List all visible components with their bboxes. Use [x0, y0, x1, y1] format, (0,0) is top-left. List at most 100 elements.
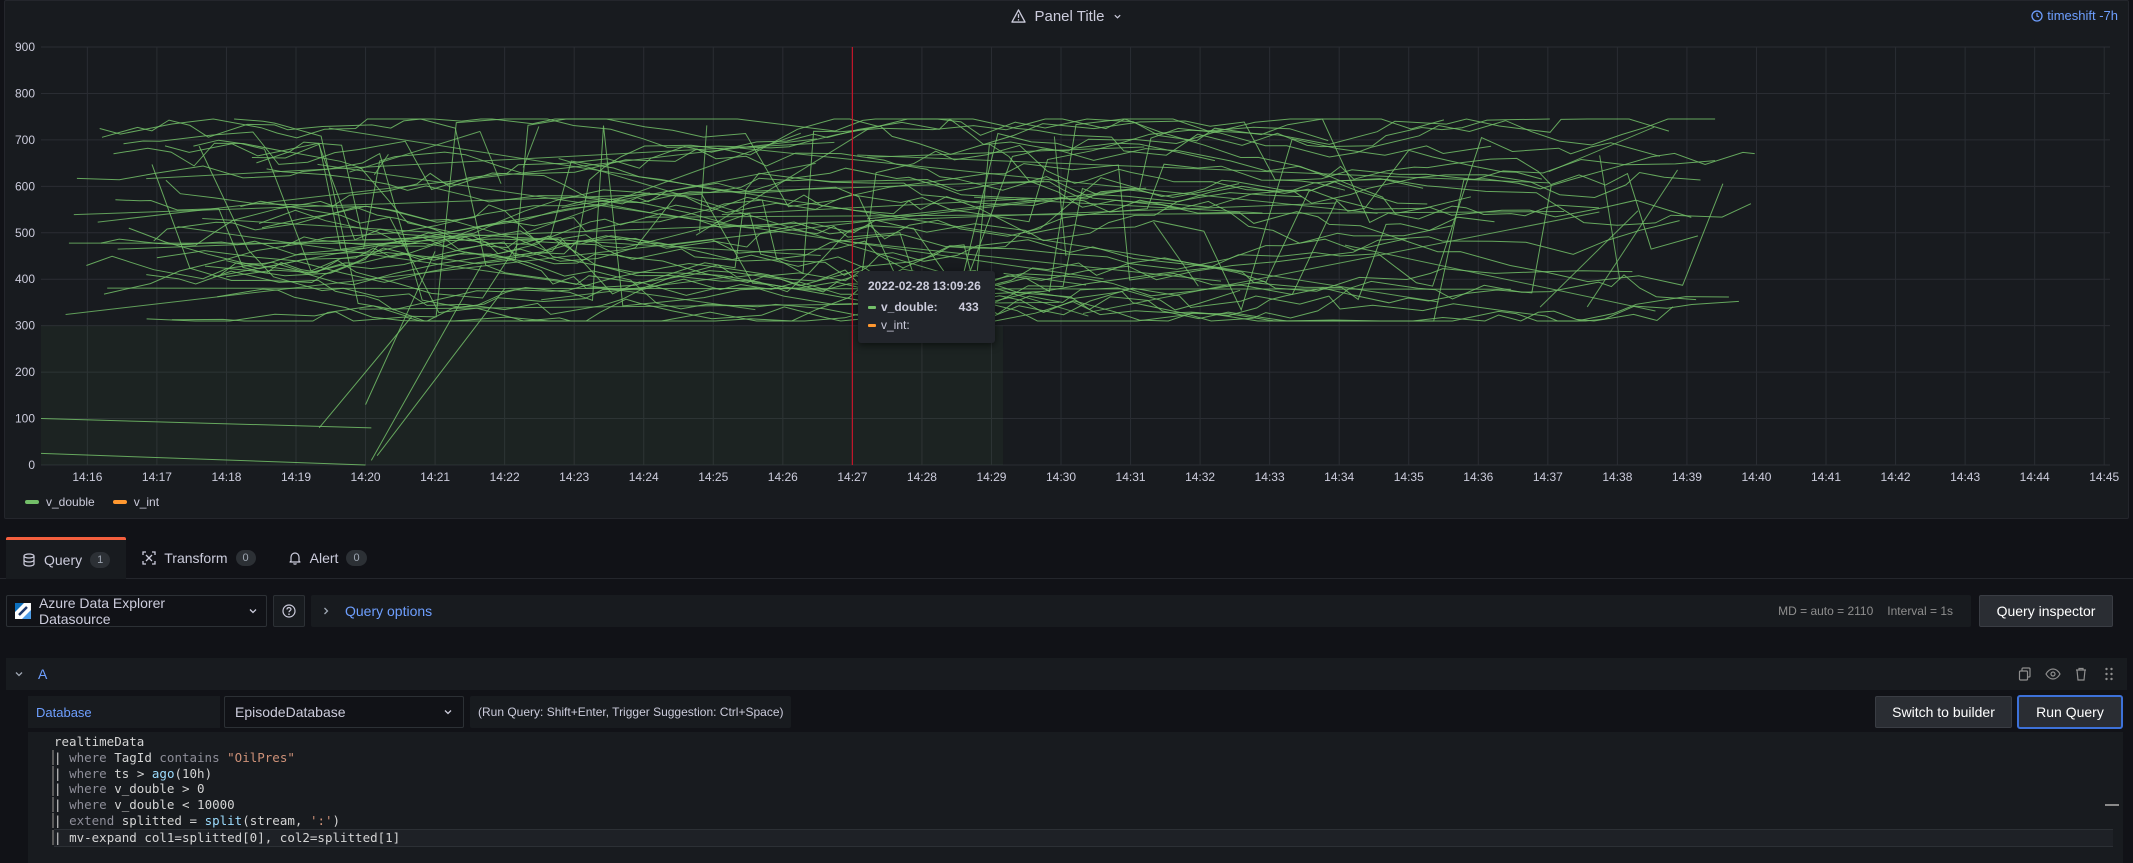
tab-alert-label: Alert [309, 550, 339, 566]
legend-item-v-int[interactable]: v_int [112, 495, 159, 509]
run-query-button[interactable]: Run Query [2017, 695, 2123, 729]
max-data-points: MD = auto = 2110 [1778, 604, 1874, 618]
code-token: where [69, 765, 107, 781]
code-token: ts [114, 765, 130, 781]
x-tick-label: 14:27 [837, 470, 867, 484]
drag-handle-icon[interactable] [2101, 666, 2117, 682]
time-series-chart[interactable]: 900 800 700 600 500 400 300 200 100 0 14:16 14:17 14… [5, 29, 2130, 495]
code-token: split [204, 812, 243, 828]
eye-icon[interactable] [2045, 666, 2061, 682]
trash-icon[interactable] [2073, 666, 2089, 682]
switch-to-builder-button[interactable]: Switch to builder [1875, 696, 2012, 728]
database-label: Database [28, 696, 220, 728]
y-tick-label: 800 [15, 86, 35, 100]
code-line[interactable]: | where ts > ago(10h) [52, 765, 2123, 782]
legend-item-v-double[interactable]: v_double [25, 495, 95, 509]
code-token: v_double [114, 797, 175, 813]
question-circle-icon [282, 604, 296, 618]
series-segment-v-double [867, 146, 1145, 158]
y-tick-label: 900 [15, 40, 35, 54]
x-tick-label: 14:24 [629, 470, 659, 484]
code-token: ':' [309, 812, 333, 828]
code-token: ( [174, 765, 182, 781]
y-tick-label: 300 [15, 319, 35, 333]
code-token: extend [69, 812, 115, 828]
code-token: col2=splitted[1] [279, 829, 401, 845]
copy-icon[interactable] [2017, 666, 2033, 682]
code-token: | [54, 797, 62, 813]
y-tick-label: 100 [15, 412, 35, 426]
tab-query-count: 1 [90, 551, 111, 568]
series-segment-v-double [117, 202, 1337, 250]
azure-data-explorer-logo-icon [15, 603, 31, 619]
x-tick-label: 14:43 [1950, 470, 1980, 484]
code-line[interactable]: | mv-expand col1=splitted[0], col2=split… [52, 828, 2113, 847]
datasource-row: Azure Data Explorer Datasource Query opt… [0, 592, 2133, 628]
x-tick-label: 14:18 [211, 470, 241, 484]
tooltip-row-v-int: v_int: [868, 316, 985, 334]
x-tick-label: 14:19 [281, 470, 311, 484]
chevron-down-icon[interactable] [14, 669, 24, 679]
panel-title-menu[interactable]: Panel Title [1011, 8, 1121, 25]
code-line[interactable]: | where v_double > 0 [52, 781, 2123, 797]
query-inspector-button[interactable]: Query inspector [1979, 595, 2113, 627]
query-options-toggle[interactable]: Query options MD = auto = 2110 Interval … [311, 595, 1971, 627]
x-tick-label: 14:36 [1463, 470, 1493, 484]
tab-query-label: Query [44, 551, 83, 568]
code-token: contains [159, 749, 220, 765]
database-value: EpisodeDatabase [235, 704, 346, 720]
datasource-picker[interactable]: Azure Data Explorer Datasource [6, 595, 267, 627]
x-tick-label: 14:17 [142, 470, 172, 484]
x-tick-label: 14:25 [698, 470, 728, 484]
code-token: 10h) [182, 765, 213, 781]
tab-alert[interactable]: Alert 0 [272, 537, 383, 579]
code-token: ( [242, 812, 250, 828]
series-segment-v-double [1599, 155, 1621, 280]
x-tick-label: 14:20 [351, 470, 381, 484]
code-token: 0 [197, 781, 205, 797]
x-tick-label: 14:38 [1602, 470, 1632, 484]
chart-legend: v_double v_int [25, 495, 159, 509]
query-options-label: Query options [345, 603, 433, 619]
tooltip-series-value: 433 [958, 300, 979, 314]
database-select[interactable]: EpisodeDatabase [224, 696, 464, 728]
datasource-help-button[interactable] [273, 595, 305, 627]
series-segment-v-double [857, 154, 1550, 184]
clock-icon [2031, 9, 2043, 22]
chevron-down-icon [249, 609, 257, 614]
code-token: mv-expand [69, 829, 137, 845]
chart-tooltip: 2022-02-28 13:09:26 v_double: 433 v_int: [858, 271, 995, 343]
tab-query[interactable]: Query 1 [6, 537, 127, 579]
code-token: v_double [114, 781, 175, 797]
tab-transform[interactable]: Transform 0 [126, 537, 271, 579]
tooltip-series-name: v_double: [881, 300, 938, 314]
series-line-v-double [123, 118, 1692, 218]
datasource-name: Azure Data Explorer Datasource [38, 595, 166, 627]
graph-panel: Panel Title timeshift -7h 900 800 700 600 50… [4, 0, 2129, 519]
editor-tabs: Query 1 Transform 0 Alert 0 [0, 537, 2133, 579]
code-token: where [69, 781, 107, 797]
code-line[interactable]: | where TagId contains "OilPres" [52, 749, 2123, 766]
indent-guide [52, 765, 54, 781]
query-code-editor[interactable]: realtimeData | where TagId contains "OilP… [28, 732, 2123, 863]
x-tick-label: 14:40 [1741, 470, 1771, 484]
indent-guide [52, 812, 54, 828]
x-tick-label: 14:44 [2020, 470, 2050, 484]
tab-alert-count: 0 [346, 550, 367, 566]
x-tick-label: 14:30 [1046, 470, 1076, 484]
code-line[interactable]: | extend splitted = split(stream, ':') [52, 812, 2123, 829]
tooltip-time: 2022-02-28 13:09:26 [868, 279, 981, 293]
code-line[interactable]: realtimeData [54, 734, 2123, 750]
transform-icon [142, 551, 156, 565]
x-tick-label: 14:42 [1881, 470, 1911, 484]
code-line[interactable]: | where v_double < 10000 [52, 797, 2123, 813]
indent-guide [52, 781, 54, 797]
query-ref-id[interactable]: A [38, 666, 47, 682]
query-row-header[interactable]: A [6, 658, 2127, 690]
